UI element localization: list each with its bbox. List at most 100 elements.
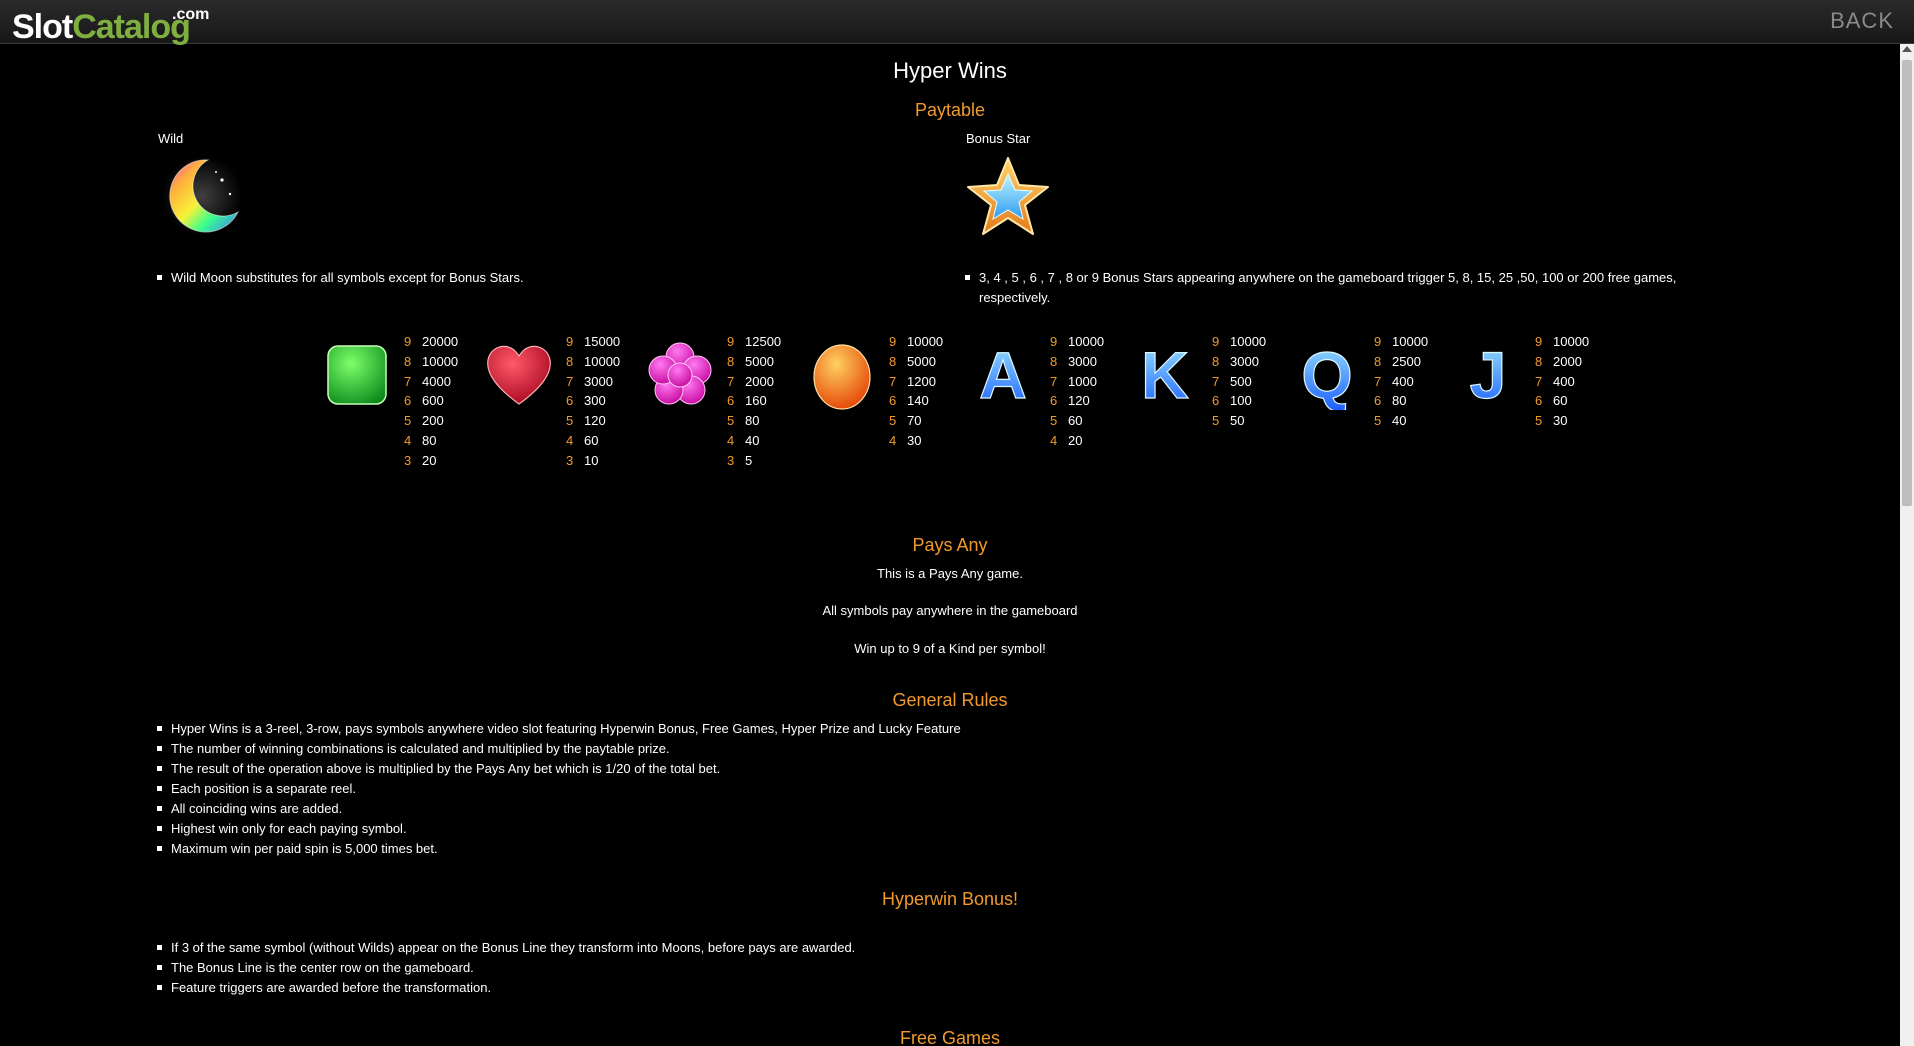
symbol-count: 5 (566, 413, 574, 429)
bonus-star-rules-list: 3, 4 , 5 , 6 , 7 , 8 or 9 Bonus Stars ap… (962, 268, 1676, 308)
bonus-star-rule-item: 3, 4 , 5 , 6 , 7 , 8 or 9 Bonus Stars ap… (962, 268, 1676, 308)
pay-row: 4 20 (1050, 431, 1104, 451)
red-heart-icon (484, 340, 554, 410)
pays-any-line-1: This is a Pays Any game. (877, 566, 1023, 581)
scrollbar-thumb[interactable] (1902, 60, 1912, 506)
hyperwin-bonus-item: If 3 of the same symbol (without Wilds) … (154, 938, 855, 958)
svg-text:J: J (1470, 340, 1507, 410)
pay-value: 140 (907, 393, 929, 409)
symbol-count: 9 (404, 334, 412, 349)
letter-j-icon: J (1453, 337, 1523, 412)
pay-value: 3000 (584, 373, 613, 389)
general-rule-item: Each position is a separate reel. (154, 779, 961, 799)
pay-value: 10000 (1068, 334, 1105, 349)
pay-value: 1000 (1068, 373, 1097, 389)
pay-row: 7 1200 (889, 372, 943, 392)
pay-value: 300 (584, 393, 606, 409)
general-rules-heading: General Rules (892, 690, 1008, 710)
symbol-count: 4 (1050, 432, 1058, 448)
pay-row: 4 80 (404, 431, 458, 451)
symbol-count: 9 (1535, 334, 1543, 349)
pays-any-line-2: All symbols pay anywhere in the gameboar… (822, 603, 1078, 618)
pay-row: 5 80 (727, 411, 781, 431)
symbol-count: 7 (727, 373, 735, 389)
pays-any-heading: Pays Any (912, 535, 988, 555)
symbol-count: 4 (727, 432, 735, 448)
pay-value: 10000 (1392, 334, 1429, 349)
symbol-count: 6 (404, 393, 412, 409)
symbol-count: 9 (889, 334, 897, 349)
pay-value: 70 (907, 413, 922, 429)
pay-row: 7 1000 (1050, 372, 1104, 392)
symbol-count: 8 (1374, 353, 1382, 369)
pay-value: 10000 (1230, 334, 1267, 349)
green-gem-icon (322, 340, 392, 410)
pay-value: 160 (745, 393, 767, 409)
hyperwin-bonus-heading: Hyperwin Bonus! (881, 889, 1019, 909)
pay-row: 7 400 (1535, 372, 1589, 392)
pay-value: 60 (1553, 393, 1568, 409)
symbol-count: 6 (1212, 393, 1220, 409)
pink-flower-icon (645, 340, 715, 410)
pay-value: 20 (422, 452, 437, 468)
back-button[interactable]: BACK (1830, 8, 1894, 34)
pay-row: 8 10000 (404, 352, 458, 372)
pay-value: 10000 (422, 353, 459, 369)
symbol-count: 6 (1050, 393, 1058, 409)
pay-row: 9 10000 (1535, 332, 1589, 352)
pay-row: 8 2500 (1374, 352, 1428, 372)
symbol-count: 5 (1212, 413, 1220, 429)
symbol-count: 4 (566, 432, 574, 448)
pay-row: 8 5000 (889, 352, 943, 372)
pay-row: 3 10 (566, 451, 620, 471)
svg-text:K: K (1141, 340, 1189, 410)
symbol-count: 7 (1050, 373, 1058, 389)
pay-row: 7 4000 (404, 372, 458, 392)
wild-rules-list: Wild Moon substitutes for all symbols ex… (154, 268, 524, 288)
bonus-star-rule-line-2: respectively. (979, 290, 1051, 305)
svg-text:Q: Q (1301, 340, 1352, 410)
symbol-pays-table: 9 10000 8 3000 7 1000 6 120 5 60 4 20 (1050, 332, 1104, 451)
pay-value: 30 (1553, 413, 1568, 429)
pay-value: 600 (422, 393, 444, 409)
pay-value: 2000 (745, 373, 774, 389)
letter-k-icon: K (1130, 337, 1200, 412)
pay-value: 80 (1392, 393, 1407, 409)
pay-value: 50 (1230, 413, 1245, 429)
pay-row: 9 10000 (1212, 332, 1266, 352)
symbol-count: 5 (727, 413, 735, 429)
pay-value: 10 (584, 452, 599, 468)
pay-value: 40 (1392, 413, 1407, 429)
bonus-star-rule-line-1: 3, 4 , 5 , 6 , 7 , 8 or 9 Bonus Stars ap… (979, 270, 1677, 285)
symbol-count: 6 (566, 393, 574, 409)
pay-value: 5000 (745, 353, 774, 369)
pay-row: 4 30 (889, 431, 943, 451)
vertical-scrollbar[interactable] (1900, 44, 1914, 1046)
symbol-count: 5 (889, 413, 897, 429)
general-rule-item: Highest win only for each paying symbol. (154, 819, 961, 839)
pay-row: 7 500 (1212, 372, 1266, 392)
pay-value: 40 (745, 432, 760, 448)
scroll-up-arrow-icon[interactable] (1902, 46, 1912, 52)
symbol-count: 5 (1374, 413, 1382, 429)
pay-row: 4 60 (566, 431, 620, 451)
paytable-content: Hyper Wins Paytable Wild Wild Moon subst… (0, 44, 1900, 1046)
pay-row: 35 (727, 451, 781, 471)
pay-value: 400 (1553, 373, 1575, 389)
symbol-count: 5 (404, 413, 412, 429)
pay-row: 5 40 (1374, 411, 1428, 431)
pay-value: 2500 (1392, 353, 1421, 369)
pay-value: 12500 (745, 334, 782, 349)
symbol-count: 8 (566, 353, 574, 369)
symbol-count: 8 (727, 353, 735, 369)
pay-row: 6 120 (1050, 391, 1104, 411)
pay-row: 7 400 (1374, 372, 1428, 392)
pay-value: 10000 (584, 353, 621, 369)
logo-text-com: .com (172, 6, 210, 23)
general-rule-item: The result of the operation above is mul… (154, 759, 961, 779)
pays-any-line-3: Win up to 9 of a Kind per symbol! (854, 641, 1046, 656)
pay-row: 6 100 (1212, 391, 1266, 411)
slotcatalog-logo[interactable]: SlotCatalog .com (12, 6, 209, 48)
pay-value: 30 (907, 432, 922, 448)
letter-a-icon: A (968, 337, 1038, 412)
